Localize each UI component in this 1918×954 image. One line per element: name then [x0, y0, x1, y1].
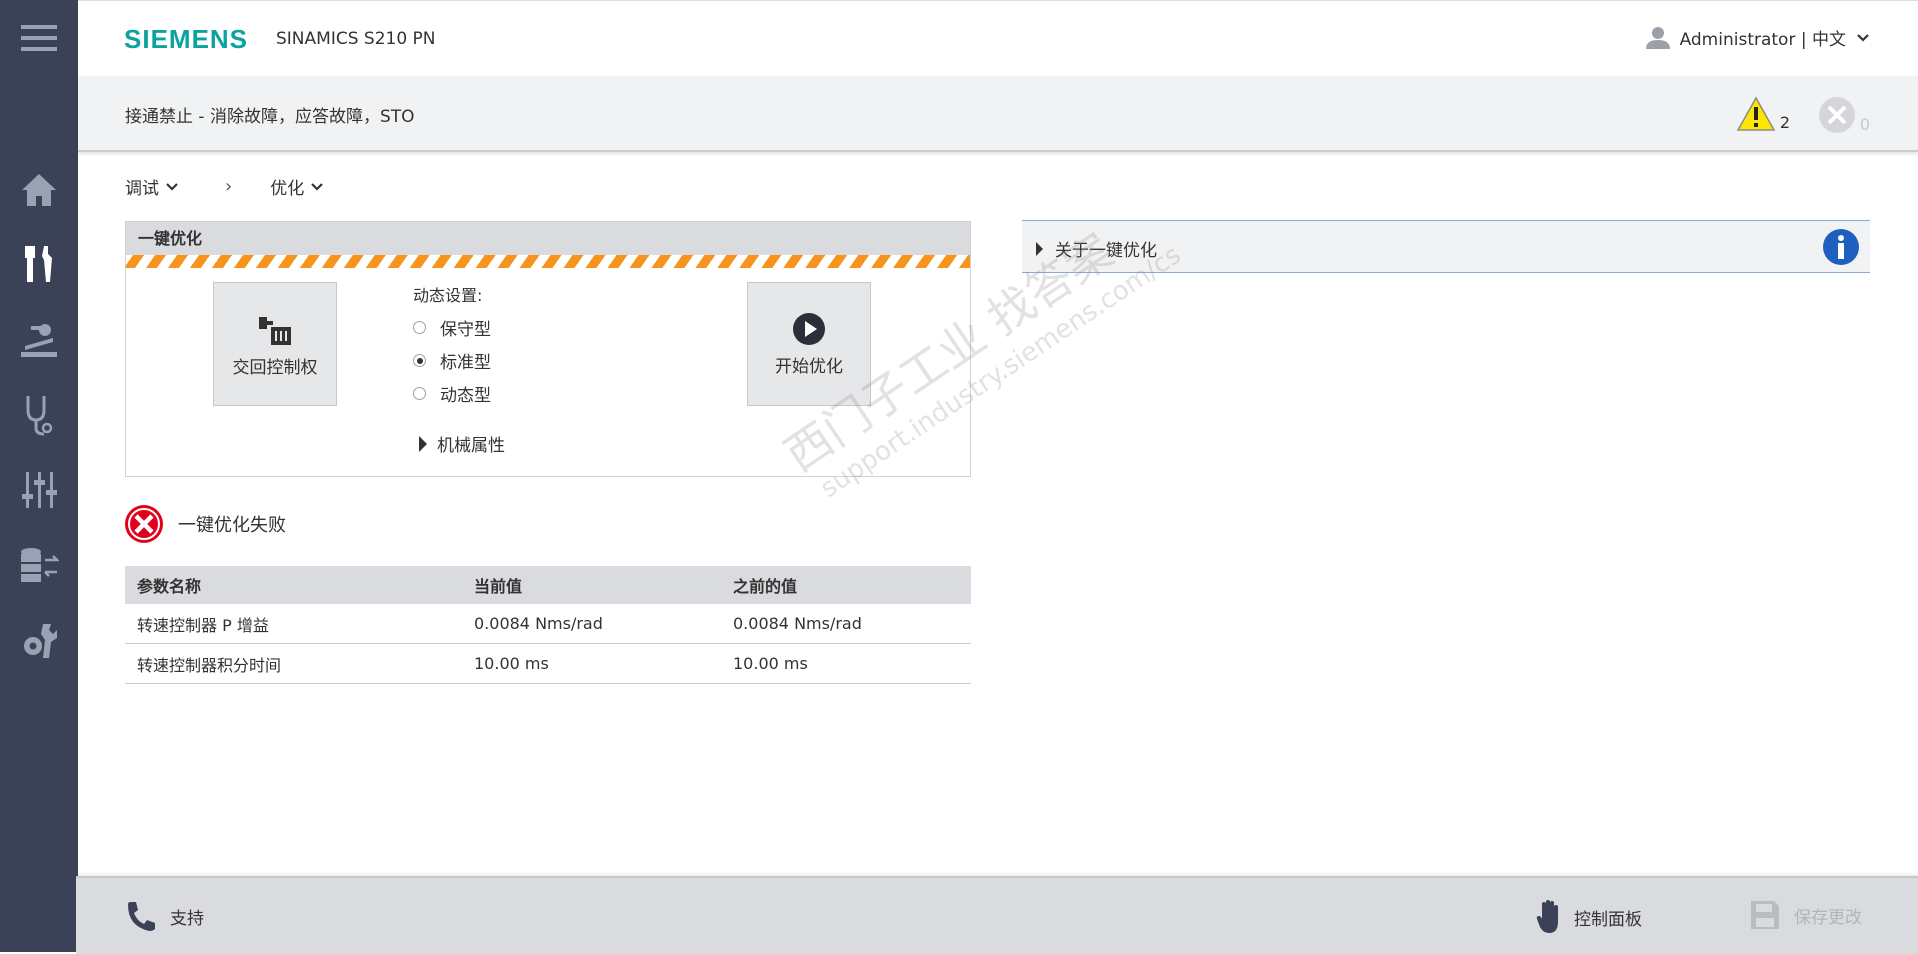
option-dynamic[interactable]: 动态型	[413, 381, 491, 406]
save-icon	[1751, 901, 1779, 929]
panel-title: 一键优化	[126, 222, 970, 255]
mechanical-label: 机械属性	[437, 436, 505, 456]
warning-count: 2	[1779, 113, 1790, 132]
system-settings-icon	[24, 624, 57, 658]
nav-backup[interactable]	[0, 535, 78, 595]
product-name: SINAMICS S210 PN	[276, 29, 436, 49]
footer-bar: 支持 控制面板 保存更改	[76, 876, 1918, 954]
support-label: 支持	[170, 908, 204, 929]
one-button-tuning-panel: 一键优化 交回控制权 动态设置: 保守型 标准型 动态型 机械属性 开始优化	[125, 221, 971, 477]
status-bar: 接通禁止 - 消除故障，应答故障，STO 2 0	[78, 76, 1918, 152]
app-header: SIEMENS SINAMICS S210 PN Administrator |…	[78, 0, 1918, 77]
table-cell: 10.00 ms	[721, 643, 971, 684]
radio-button-selected[interactable]	[413, 354, 426, 367]
control-panel-label: 控制面板	[1574, 909, 1642, 930]
chevron-right-icon: ›	[225, 176, 233, 197]
play-icon	[793, 312, 825, 345]
radio-button[interactable]	[413, 321, 426, 334]
result-message: 一键优化失败	[178, 515, 286, 536]
column-header: 参数名称	[125, 566, 462, 604]
nav-parameters[interactable]	[0, 460, 78, 520]
table-cell: 0.0084 Nms/rad	[721, 604, 971, 644]
commissioning-tools-icon	[25, 246, 52, 282]
table-cell: 0.0084 Nms/rad	[462, 604, 721, 644]
return-control-label: 交回控制权	[232, 357, 318, 378]
chevron-down-icon	[166, 182, 178, 191]
phone-icon	[128, 902, 155, 931]
error-count: 0	[1859, 115, 1870, 134]
nav-control[interactable]	[0, 310, 78, 370]
user-icon	[1645, 26, 1670, 49]
nav-system[interactable]	[0, 610, 78, 670]
option-standard[interactable]: 标准型	[413, 348, 491, 373]
option-label: 标准型	[440, 353, 491, 373]
control-panel-button[interactable]: 控制面板	[1536, 900, 1642, 934]
save-changes-button[interactable]: 保存更改	[1750, 900, 1862, 930]
error-icon	[1818, 97, 1855, 133]
table-cell: 转速控制器 P 增益	[125, 604, 462, 644]
about-tuning-toggle[interactable]: 关于一键优化	[1036, 236, 1157, 261]
breadcrumb-label: 调试	[125, 179, 159, 199]
diagnostics-icon	[26, 396, 53, 436]
save-changes-label: 保存更改	[1794, 907, 1862, 928]
table-header-row: 参数名称 当前值 之前的值	[125, 566, 971, 604]
drive-control-icon	[21, 324, 57, 357]
sidebar	[0, 0, 78, 952]
start-optimization-label: 开始优化	[775, 356, 843, 377]
breadcrumb-optimization[interactable]: 优化	[270, 174, 324, 199]
hazard-stripe	[126, 255, 970, 268]
nav-home[interactable]	[0, 160, 78, 220]
backup-transfer-icon	[21, 548, 59, 582]
hand-icon	[1536, 900, 1558, 933]
about-tuning-label: 关于一键优化	[1055, 241, 1157, 261]
warning-icon	[1736, 96, 1776, 131]
table-row: 转速控制器积分时间 10.00 ms 10.00 ms	[125, 643, 971, 684]
nav-commissioning[interactable]	[0, 234, 78, 294]
mechanical-properties-toggle[interactable]: 机械属性	[419, 431, 505, 456]
user-label: Administrator | 中文	[1679, 30, 1846, 50]
optimization-result: 一键优化失败	[124, 504, 286, 544]
table-cell: 转速控制器积分时间	[125, 643, 462, 684]
breadcrumb-label: 优化	[270, 179, 305, 199]
errors-indicator[interactable]: 0	[1818, 96, 1870, 134]
siemens-logo: SIEMENS	[124, 24, 249, 54]
menu-button[interactable]	[0, 8, 78, 68]
menu-icon	[21, 25, 57, 51]
option-conservative[interactable]: 保守型	[413, 315, 491, 340]
drive-status-text: 接通禁止 - 消除故障，应答故障，STO	[125, 107, 415, 127]
home-icon	[22, 174, 56, 206]
info-icon[interactable]	[1822, 228, 1860, 266]
support-button[interactable]: 支持	[126, 900, 204, 932]
chevron-down-icon	[1857, 33, 1869, 42]
breadcrumb: 调试 › 优化	[125, 174, 324, 199]
option-label: 动态型	[440, 386, 491, 406]
dynamic-settings-label: 动态设置:	[413, 286, 483, 305]
about-tuning-panel[interactable]: 关于一键优化	[1022, 220, 1870, 273]
table-row: 转速控制器 P 增益 0.0084 Nms/rad 0.0084 Nms/rad	[125, 604, 971, 644]
return-control-button[interactable]: 交回控制权	[213, 282, 337, 406]
column-header: 之前的值	[721, 566, 971, 604]
motor-icon	[259, 316, 291, 345]
error-circle-icon	[125, 505, 163, 543]
warnings-indicator[interactable]: 2	[1736, 96, 1790, 132]
start-optimization-button[interactable]: 开始优化	[747, 282, 871, 406]
option-label: 保守型	[440, 320, 491, 340]
nav-diagnostics[interactable]	[0, 385, 78, 445]
parameter-table: 参数名称 当前值 之前的值 转速控制器 P 增益 0.0084 Nms/rad …	[125, 566, 971, 684]
expand-arrow-icon	[419, 435, 427, 452]
chevron-down-icon	[311, 182, 323, 191]
radio-button[interactable]	[413, 387, 426, 400]
table-cell: 10.00 ms	[462, 643, 721, 684]
user-menu[interactable]: Administrator | 中文	[1645, 25, 1870, 50]
parameters-icon	[22, 472, 57, 508]
expand-arrow-icon	[1036, 241, 1043, 256]
column-header: 当前值	[462, 566, 721, 604]
breadcrumb-commissioning[interactable]: 调试	[125, 174, 179, 199]
